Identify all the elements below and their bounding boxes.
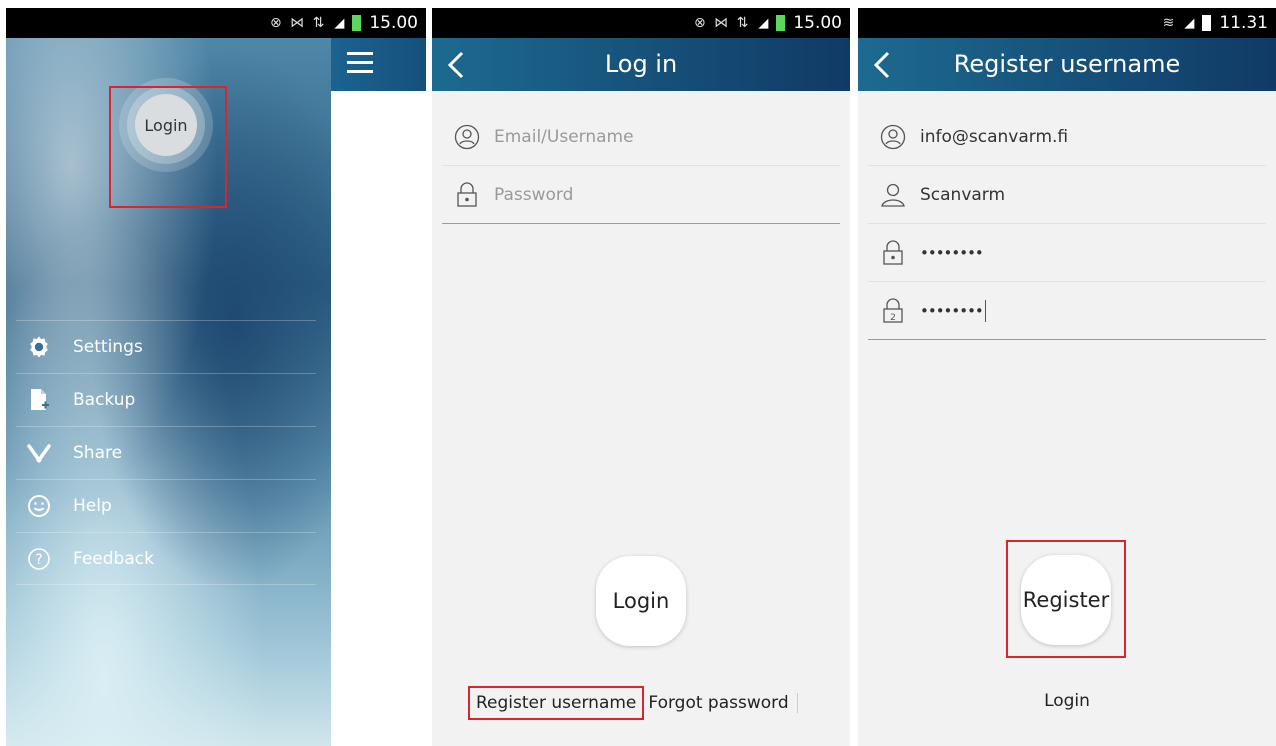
status-bar: ⊗ ⋈ ⇅ ◢ 15.00 [6,8,426,38]
email-input[interactable] [920,126,1220,147]
email-row [442,108,840,166]
confirm-password-row: 2 •••••••• [868,282,1266,340]
signal-icon: ◢ [1184,15,1195,31]
file-add-icon [24,385,54,415]
hamburger-menu-icon[interactable] [347,52,373,74]
status-time: 11.31 [1219,13,1268,33]
menu-label: Settings [73,337,143,357]
password-value[interactable]: •••••••• [920,244,984,262]
battery-icon [776,15,786,31]
lock-icon [452,180,482,210]
svg-text:?: ? [35,552,42,568]
register-form: •••••••• 2 •••••••• [868,108,1266,340]
email-input[interactable] [494,126,794,147]
page-title: Log in [604,50,678,78]
app-bar: Log in [432,38,850,91]
text-cursor [984,299,986,322]
screen-register: ≋ ◢ 11.31 Register username •••••••• [858,8,1276,746]
page-title: Register username [953,50,1181,78]
screen-login: ⊗ ⋈ ⇅ ◢ 15.00 Log in Login Register user… [432,8,850,746]
password-row [442,166,840,224]
status-icons: ⊗ ⋈ ⇅ [693,15,751,31]
confirm-password-value[interactable]: •••••••• [920,302,984,320]
menu-item-settings[interactable]: Settings [16,320,316,373]
menu-item-share[interactable]: Share [16,426,316,479]
highlight-box-register [1006,540,1126,658]
username-input[interactable] [920,184,1220,205]
menu-label: Help [73,496,112,516]
person-icon [878,180,908,210]
appbar-behind-drawer [331,38,426,91]
signal-icon: ◢ [334,15,345,31]
content-behind-drawer [331,38,426,746]
login-link[interactable]: Login [858,691,1276,711]
login-button[interactable]: Login [596,556,686,646]
forgot-password-link[interactable]: Forgot password [644,693,798,713]
username-row [868,166,1266,224]
user-circle-icon [452,122,482,152]
share-icon [24,438,54,468]
battery-icon [352,15,362,31]
status-bar: ≋ ◢ 11.31 [858,8,1276,38]
question-circle-icon: ? [24,544,54,574]
svg-text:2: 2 [890,313,896,323]
smiley-icon [24,491,54,521]
auth-links: Register username Forgot password [468,686,798,720]
drawer-menu: Settings Backup Share Help ? Feedback [16,320,316,585]
highlight-box-login [109,86,227,208]
battery-icon [1202,15,1212,31]
menu-item-backup[interactable]: Backup [16,373,316,426]
password-row: •••••••• [868,224,1266,282]
user-circle-icon [878,122,908,152]
status-bar: ⊗ ⋈ ⇅ ◢ 15.00 [432,8,850,38]
screen-drawer: ⊗ ⋈ ⇅ ◢ 15.00 Login Settings Backup Shar… [6,8,426,746]
password-input[interactable] [494,184,794,205]
lock-confirm-icon: 2 [878,296,908,326]
status-time: 15.00 [369,13,418,33]
status-icons: ⊗ ⋈ ⇅ [269,15,327,31]
lock-icon [878,238,908,268]
menu-item-help[interactable]: Help [16,479,316,532]
app-bar: Register username [858,38,1276,91]
menu-label: Feedback [73,548,154,569]
menu-item-feedback[interactable]: ? Feedback [16,532,316,585]
signal-icon: ◢ [758,15,769,31]
gear-icon [24,332,54,362]
menu-label: Share [73,443,123,463]
navigation-drawer: Login Settings Backup Share Help ? Feedb… [6,38,331,746]
highlight-box-register-link [468,686,645,720]
wifi-icon: ≋ [1162,15,1177,31]
menu-label: Backup [73,390,136,410]
status-time: 15.00 [793,13,842,33]
login-form [442,108,840,224]
email-row [868,108,1266,166]
register-username-link[interactable]: Register username [468,686,645,720]
